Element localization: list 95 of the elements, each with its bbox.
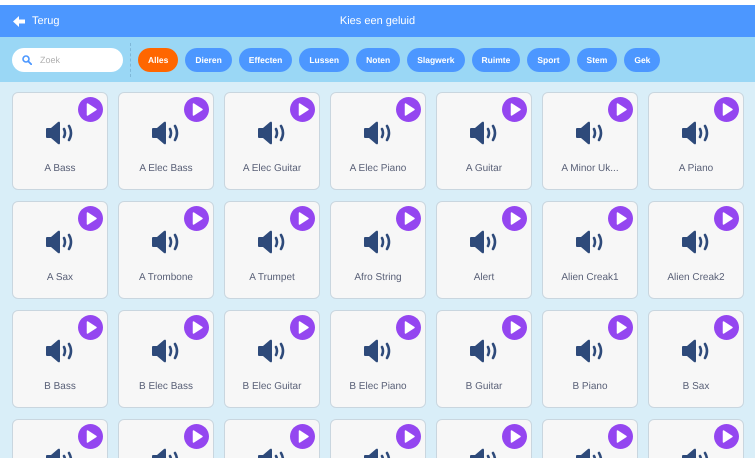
play-button[interactable] (714, 206, 739, 231)
play-button[interactable] (184, 97, 209, 122)
sound-card[interactable]: A Bass (12, 92, 108, 190)
speaker-icon (680, 121, 712, 145)
play-button[interactable] (290, 206, 315, 231)
speaker-icon (468, 230, 500, 254)
sound-name: A Trumpet (249, 272, 295, 283)
speaker-icon (44, 121, 76, 145)
play-button[interactable] (714, 424, 739, 449)
sound-name: B Guitar (466, 381, 502, 392)
sound-card[interactable]: A Guitar (436, 92, 532, 190)
sound-name: B Elec Bass (139, 381, 193, 392)
sound-name: A Sax (46, 272, 74, 283)
speaker-icon (574, 339, 606, 363)
sound-name: B Bass (44, 381, 76, 392)
play-button[interactable] (502, 424, 527, 449)
speaker-icon (680, 230, 712, 254)
sound-name: A Minor Uk... (561, 163, 619, 174)
play-button[interactable] (78, 315, 103, 340)
speaker-icon (362, 339, 394, 363)
back-arrow-icon (13, 16, 25, 26)
sound-card[interactable]: Alien Creak2 (648, 201, 744, 299)
play-button[interactable] (184, 206, 209, 231)
sound-name: Afro String (354, 272, 402, 283)
speaker-icon (468, 121, 500, 145)
play-button[interactable] (396, 97, 421, 122)
sound-card[interactable]: B Bass (12, 310, 108, 408)
speaker-icon (150, 339, 182, 363)
play-button[interactable] (290, 315, 315, 340)
sound-name: B Elec Guitar (242, 381, 302, 392)
sound-card[interactable]: A Elec Piano (330, 92, 426, 190)
sound-name: A Elec Piano (350, 163, 406, 174)
sound-card[interactable]: B Sax (648, 310, 744, 408)
play-button[interactable] (396, 424, 421, 449)
sound-card[interactable]: A Trumpet (224, 201, 320, 299)
speaker-icon (574, 121, 606, 145)
play-button[interactable] (184, 315, 209, 340)
sound-card[interactable]: A Trombone (118, 201, 214, 299)
play-button[interactable] (184, 424, 209, 449)
play-button[interactable] (78, 206, 103, 231)
play-button[interactable] (502, 315, 527, 340)
sound-name: A Elec Bass (139, 163, 193, 174)
sound-card[interactable]: B Guitar (436, 310, 532, 408)
play-button[interactable] (78, 424, 103, 449)
sound-card[interactable]: B Elec Guitar (224, 310, 320, 408)
speaker-icon (362, 121, 394, 145)
sound-name: A Guitar (466, 163, 502, 174)
play-button[interactable] (608, 424, 633, 449)
sound-name: B Piano (572, 381, 608, 392)
sound-card[interactable]: A Elec Guitar (224, 92, 320, 190)
speaker-icon (468, 339, 500, 363)
play-button[interactable] (608, 315, 633, 340)
speaker-icon (574, 230, 606, 254)
sound-name: Alert (474, 272, 494, 283)
speaker-icon (256, 121, 288, 145)
sound-card[interactable]: B Elec Bass (118, 310, 214, 408)
speaker-icon (150, 230, 182, 254)
sound-card[interactable]: B Elec Piano (330, 310, 426, 408)
play-button[interactable] (78, 97, 103, 122)
sound-card[interactable]: Alert (436, 201, 532, 299)
sound-name: A Elec Guitar (242, 163, 302, 174)
play-button[interactable] (608, 97, 633, 122)
sound-card[interactable]: A Piano (648, 92, 744, 190)
sound-card[interactable]: Alien Creak1 (542, 201, 638, 299)
sound-name: Alien Creak2 (667, 272, 725, 283)
play-button[interactable] (290, 424, 315, 449)
speaker-icon (44, 230, 76, 254)
play-button[interactable] (396, 206, 421, 231)
speaker-icon (256, 339, 288, 363)
sound-name: A Bass (44, 163, 76, 174)
sound-card[interactable]: A Minor Uk... (542, 92, 638, 190)
play-button[interactable] (396, 315, 421, 340)
sound-name: B Elec Piano (349, 381, 407, 392)
search-field[interactable]: Zoek (12, 48, 123, 72)
sound-card[interactable]: A Elec Bass (118, 92, 214, 190)
sound-card[interactable]: A Sax (12, 201, 108, 299)
sound-name: A Trombone (139, 272, 193, 283)
search-icon (22, 54, 32, 64)
play-button[interactable] (714, 315, 739, 340)
speaker-icon (680, 339, 712, 363)
sound-name: Alien Creak1 (561, 272, 619, 283)
play-button[interactable] (502, 97, 527, 122)
sound-name: A Piano (678, 163, 714, 174)
sound-card[interactable]: Afro String (330, 201, 426, 299)
speaker-icon (256, 230, 288, 254)
play-button[interactable] (608, 206, 633, 231)
speaker-icon (150, 121, 182, 145)
speaker-icon (44, 339, 76, 363)
play-button[interactable] (714, 97, 739, 122)
play-button[interactable] (502, 206, 527, 231)
sound-name: B Sax (682, 381, 710, 392)
sound-card[interactable]: B Piano (542, 310, 638, 408)
speaker-icon (362, 230, 394, 254)
play-button[interactable] (290, 97, 315, 122)
window-title: Kies een geluid (340, 15, 416, 27)
